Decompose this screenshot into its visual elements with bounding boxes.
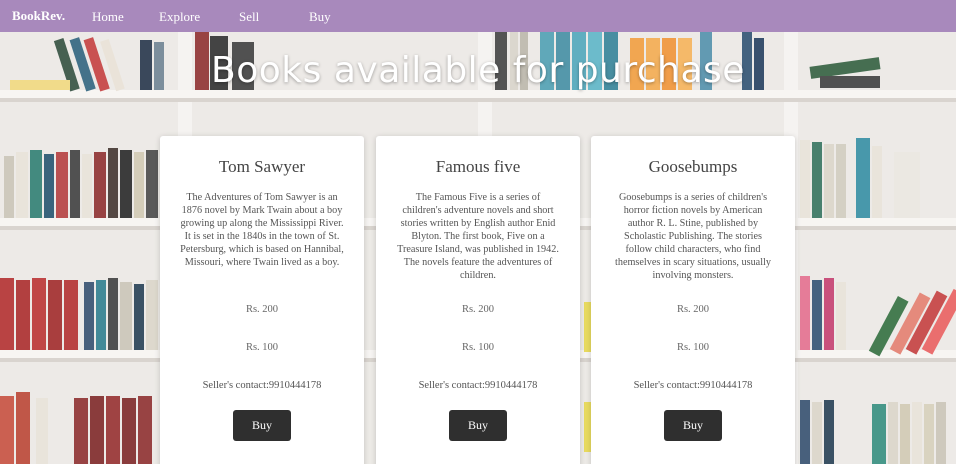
nav-link-home[interactable]: Home — [92, 9, 124, 25]
book-card-famous-five: Famous five The Famous Five is a series … — [376, 136, 580, 464]
book-card-tom-sawyer: Tom Sawyer The Adventures of Tom Sawyer … — [160, 136, 364, 464]
book-card-goosebumps: Goosebumps Goosebumps is a series of chi… — [591, 136, 795, 464]
nav-link-explore[interactable]: Explore — [159, 9, 200, 25]
page-headline: Books available for purchase — [211, 50, 745, 91]
book-title: Goosebumps — [648, 157, 738, 176]
nav-link-buy[interactable]: Buy — [309, 9, 331, 25]
book-description: Goosebumps is a series of children's hor… — [615, 192, 771, 281]
seller-contact: Seller's contact:9910444178 — [202, 380, 322, 391]
book-title: Famous five — [435, 157, 521, 176]
buy-button[interactable]: Buy — [233, 410, 291, 441]
book-price-original: Rs. 200 — [245, 304, 279, 315]
seller-contact: Seller's contact:9910444178 — [418, 380, 538, 391]
top-navbar: BookRev. Home Explore Sell Buy — [0, 0, 956, 32]
book-description: The Adventures of Tom Sawyer is an 1876 … — [180, 192, 344, 268]
buy-button[interactable]: Buy — [664, 410, 722, 441]
book-price-selling: Rs. 100 — [676, 342, 710, 353]
nav-link-sell[interactable]: Sell — [239, 9, 259, 25]
book-title: Tom Sawyer — [218, 157, 306, 176]
book-description: The Famous Five is a series of children'… — [397, 192, 559, 281]
seller-contact: Seller's contact:9910444178 — [633, 380, 753, 391]
book-price-selling: Rs. 100 — [461, 342, 495, 353]
book-price-original: Rs. 200 — [676, 304, 710, 315]
buy-button[interactable]: Buy — [449, 410, 507, 441]
brand-logo[interactable]: BookRev. — [12, 8, 92, 24]
book-price-original: Rs. 200 — [461, 304, 495, 315]
book-price-selling: Rs. 100 — [245, 342, 279, 353]
